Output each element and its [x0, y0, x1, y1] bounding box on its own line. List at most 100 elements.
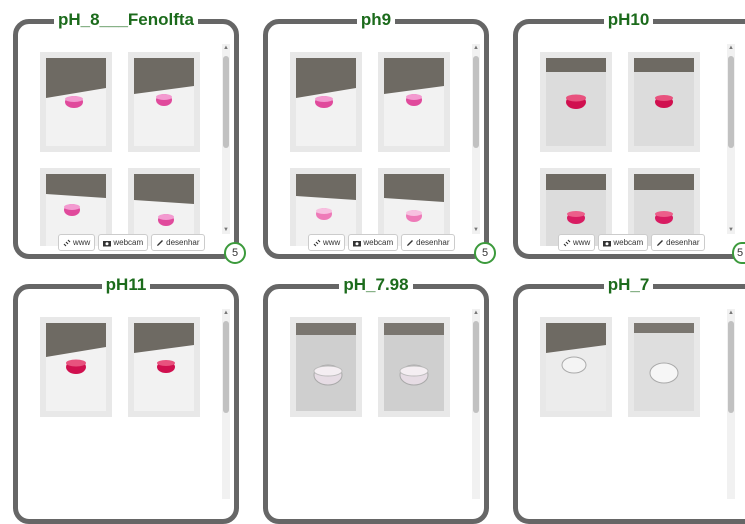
- card-title-text: pH10: [603, 10, 654, 29]
- card-ph10: pH10 ▲ ▼ www webcam desenhar 5: [513, 10, 745, 264]
- action-buttons: www webcam desenhar: [558, 234, 705, 252]
- card-ph9: ph9 ▲ ▼ www webcam desenhar 5: [263, 10, 496, 264]
- link-icon: [313, 239, 321, 246]
- count-badge: 5: [732, 242, 745, 264]
- beaker-photo: [634, 58, 694, 146]
- beaker-photo: [546, 58, 606, 146]
- vertical-scrollbar[interactable]: ▲ ▼: [472, 44, 480, 234]
- scroll-up-arrow-icon[interactable]: ▲: [222, 309, 230, 317]
- scroll-up-arrow-icon[interactable]: ▲: [727, 44, 735, 52]
- action-buttons: www webcam desenhar: [58, 234, 205, 252]
- camera-icon: [603, 240, 612, 246]
- card-ph8-fenolfta: pH_8___Fenolfta ▲ ▼ www webcam desenhar …: [13, 10, 246, 264]
- photo-thumbnail[interactable]: [628, 52, 700, 152]
- webcam-button-label: webcam: [113, 238, 144, 247]
- scrollbar-thumb[interactable]: [728, 321, 734, 413]
- beaker-photo: [134, 323, 194, 411]
- card-title-text: pH_7.98: [339, 275, 413, 294]
- pencil-icon: [657, 239, 664, 246]
- card-title-text: pH_8___Fenolfta: [53, 10, 199, 29]
- card-title: ph9: [268, 10, 484, 30]
- www-button-label: www: [573, 238, 591, 247]
- beaker-photo: [296, 323, 356, 411]
- photo-thumbnail[interactable]: [378, 317, 450, 417]
- scroll-up-arrow-icon[interactable]: ▲: [472, 309, 480, 317]
- scroll-up-arrow-icon[interactable]: ▲: [472, 44, 480, 52]
- photo-thumbnail[interactable]: [290, 317, 362, 417]
- www-button-label: www: [323, 238, 341, 247]
- scroll-down-arrow-icon[interactable]: ▼: [472, 226, 480, 234]
- link-icon: [63, 239, 71, 246]
- pencil-icon: [407, 239, 414, 246]
- count-badge: 5: [224, 242, 246, 264]
- card-title-text: ph9: [356, 10, 396, 29]
- photo-thumbnail[interactable]: [540, 317, 612, 417]
- beaker-photo: [46, 58, 106, 146]
- photo-scroll-area[interactable]: [24, 303, 232, 511]
- desenhar-button-label: desenhar: [666, 238, 700, 247]
- photo-thumbnail[interactable]: [290, 52, 362, 152]
- photo-thumbnail[interactable]: [128, 317, 200, 417]
- camera-icon: [353, 240, 362, 246]
- beaker-photo: [634, 323, 694, 411]
- photo-scroll-area[interactable]: [524, 303, 732, 511]
- card-title: pH_7: [518, 275, 739, 295]
- www-button[interactable]: www: [58, 234, 96, 251]
- link-icon: [563, 239, 571, 246]
- scroll-down-arrow-icon[interactable]: ▼: [222, 226, 230, 234]
- card-title-text: pH11: [101, 275, 151, 294]
- photo-thumbnail[interactable]: [628, 317, 700, 417]
- card-title: pH_7.98: [268, 275, 484, 295]
- beaker-photo: [134, 58, 194, 146]
- photo-thumbnail[interactable]: [378, 52, 450, 152]
- webcam-button[interactable]: webcam: [598, 234, 649, 251]
- vertical-scrollbar[interactable]: ▲: [222, 309, 230, 499]
- photo-scroll-area[interactable]: [524, 38, 732, 246]
- webcam-button-label: webcam: [363, 238, 394, 247]
- desenhar-button[interactable]: desenhar: [651, 234, 705, 251]
- scroll-up-arrow-icon[interactable]: ▲: [727, 309, 735, 317]
- scroll-up-arrow-icon[interactable]: ▲: [222, 44, 230, 52]
- photo-thumbnail[interactable]: [128, 52, 200, 152]
- photo-scroll-area[interactable]: [274, 303, 482, 511]
- desenhar-button[interactable]: desenhar: [151, 234, 205, 251]
- card-ph7: pH_7 ▲: [513, 275, 745, 524]
- photo-thumbnail[interactable]: [40, 317, 112, 417]
- scrollbar-thumb[interactable]: [473, 321, 479, 413]
- photo-scroll-area[interactable]: [274, 38, 482, 246]
- vertical-scrollbar[interactable]: ▲: [727, 309, 735, 499]
- webcam-button[interactable]: webcam: [348, 234, 399, 251]
- scrollbar-thumb[interactable]: [728, 56, 734, 148]
- vertical-scrollbar[interactable]: ▲ ▼: [222, 44, 230, 234]
- webcam-button-label: webcam: [613, 238, 644, 247]
- desenhar-button[interactable]: desenhar: [401, 234, 455, 251]
- pencil-icon: [157, 239, 164, 246]
- www-button[interactable]: www: [558, 234, 596, 251]
- card-ph11: pH11 ▲: [13, 275, 239, 524]
- photo-scroll-area[interactable]: [24, 38, 232, 246]
- desenhar-button-label: desenhar: [416, 238, 450, 247]
- photo-thumbnail[interactable]: [540, 52, 612, 152]
- beaker-photo: [296, 58, 356, 146]
- vertical-scrollbar[interactable]: ▲ ▼: [727, 44, 735, 234]
- scrollbar-thumb[interactable]: [223, 56, 229, 148]
- card-title: pH_8___Fenolfta: [18, 10, 234, 30]
- beaker-photo: [546, 323, 606, 411]
- scrollbar-thumb[interactable]: [223, 321, 229, 413]
- beaker-photo: [384, 323, 444, 411]
- beaker-photo: [46, 323, 106, 411]
- card-title: pH10: [518, 10, 739, 30]
- webcam-button[interactable]: webcam: [98, 234, 149, 251]
- www-button[interactable]: www: [308, 234, 346, 251]
- card-title-text: pH_7: [603, 275, 654, 294]
- beaker-photo: [384, 58, 444, 146]
- camera-icon: [103, 240, 112, 246]
- photo-thumbnail[interactable]: [40, 52, 112, 152]
- scroll-down-arrow-icon[interactable]: ▼: [727, 226, 735, 234]
- www-button-label: www: [73, 238, 91, 247]
- scrollbar-thumb[interactable]: [473, 56, 479, 148]
- card-ph7-98: pH_7.98 ▲: [263, 275, 489, 524]
- action-buttons: www webcam desenhar: [308, 234, 455, 252]
- desenhar-button-label: desenhar: [166, 238, 200, 247]
- vertical-scrollbar[interactable]: ▲: [472, 309, 480, 499]
